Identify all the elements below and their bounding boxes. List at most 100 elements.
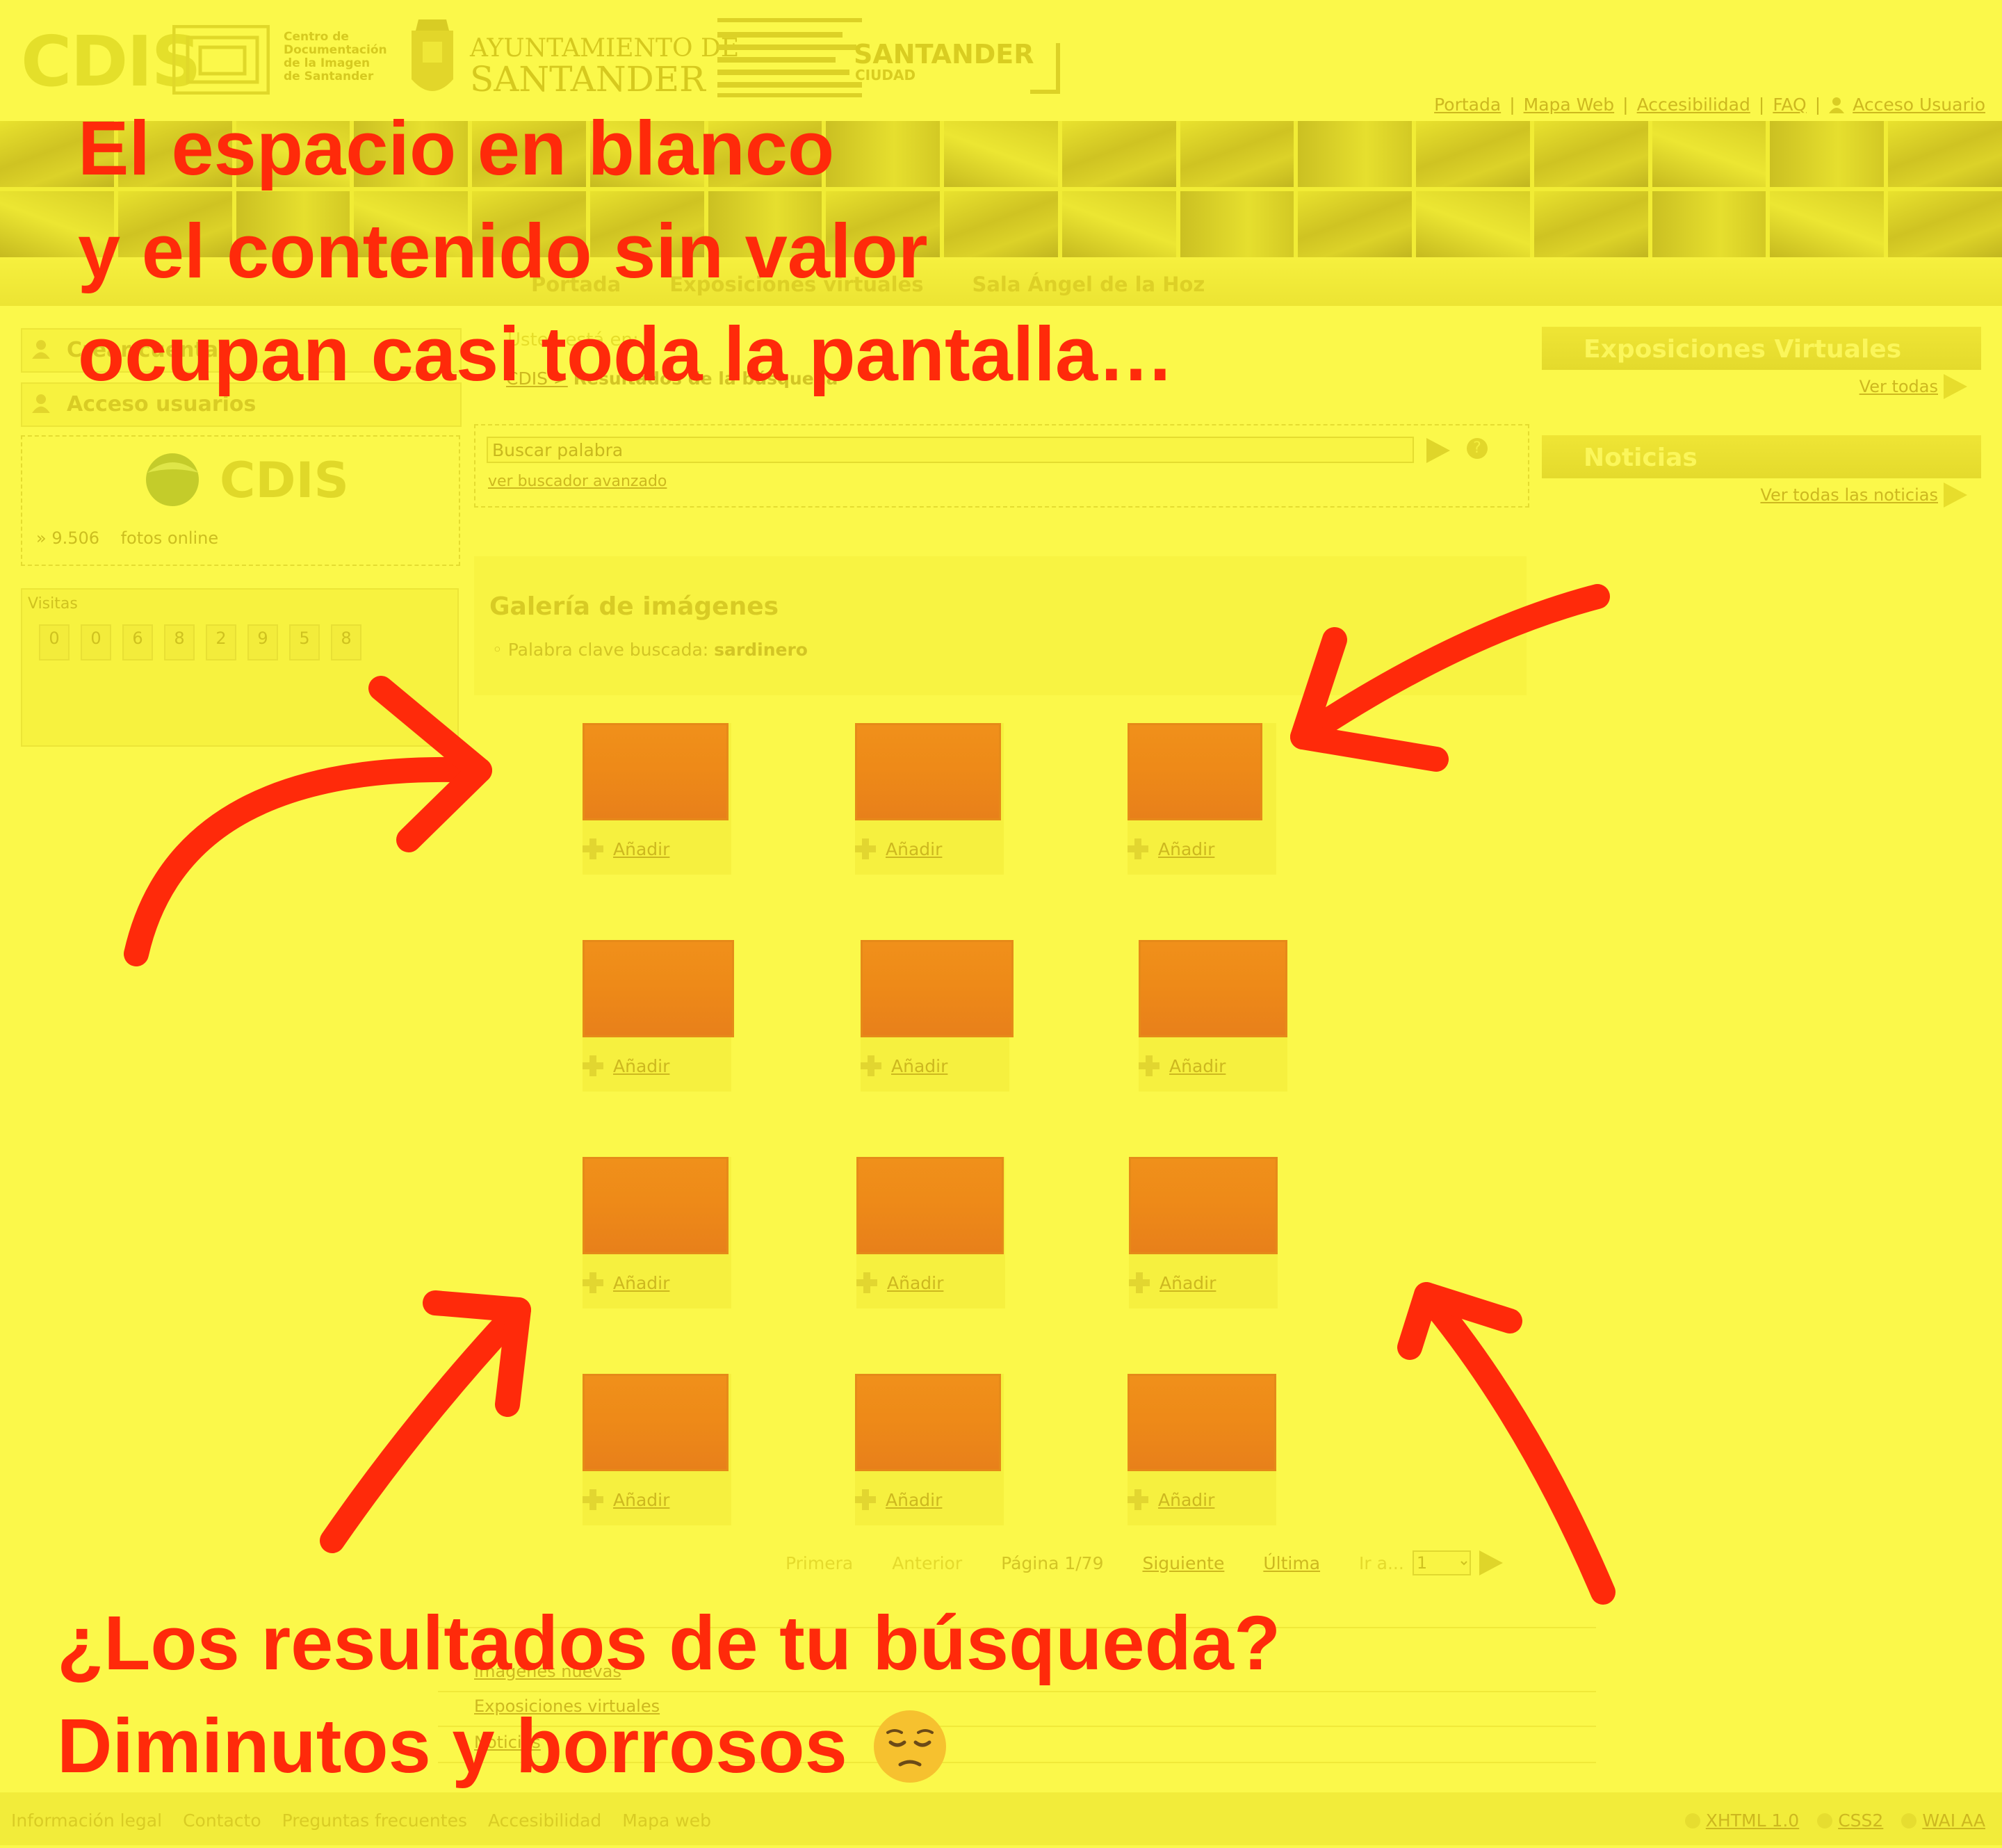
thumbnail-image[interactable] xyxy=(1129,1157,1278,1254)
add-link[interactable]: Añadir xyxy=(613,1490,669,1510)
thumbnail-image[interactable] xyxy=(583,1374,729,1471)
visit-digit: 8 xyxy=(331,624,361,660)
thumbnail-image[interactable] xyxy=(1128,1374,1276,1471)
banner-photo xyxy=(1533,121,1648,187)
top-link-portada[interactable]: Portada xyxy=(1434,95,1501,115)
add-plus-icon xyxy=(855,838,876,859)
badge-label[interactable]: XHTML 1.0 xyxy=(1706,1810,1799,1831)
thumbnail-image[interactable] xyxy=(1128,723,1262,820)
add-plus-icon xyxy=(583,838,603,859)
add-link[interactable]: Añadir xyxy=(1169,1056,1226,1076)
badge-wai[interactable]: WAI AA xyxy=(1901,1810,1985,1831)
thumbnail-image[interactable] xyxy=(861,940,1014,1037)
double-chevron-icon: » xyxy=(36,528,47,548)
search-input[interactable] xyxy=(487,437,1414,463)
banner-photo xyxy=(1888,191,2002,257)
gallery-item: Añadir xyxy=(1129,1157,1278,1308)
pager-first: Primera xyxy=(786,1553,854,1573)
add-plus-icon xyxy=(856,1272,877,1293)
add-link[interactable]: Añadir xyxy=(1158,839,1214,859)
cdis-subtitle-line: Documentación xyxy=(284,43,387,57)
santander-logo[interactable]: SANTANDER xyxy=(854,39,1034,70)
exhibitions-title: Exposiciones Virtuales xyxy=(1584,335,1902,364)
thumbnail-image[interactable] xyxy=(583,723,729,820)
thumbnail-image[interactable] xyxy=(856,1157,1004,1254)
top-link-faq[interactable]: FAQ xyxy=(1773,95,1806,115)
add-link[interactable]: Añadir xyxy=(1159,1273,1216,1293)
bullet-icon: ◦ xyxy=(492,640,503,660)
exhibitions-link[interactable]: Ver todas xyxy=(1859,377,1938,396)
annotation-line: y el contenido sin valor xyxy=(78,209,928,294)
footer-links: Información legal Contacto Preguntas fre… xyxy=(11,1810,711,1831)
banner-photo xyxy=(1770,121,1885,187)
banner-photo xyxy=(1180,191,1294,257)
help-icon[interactable]: ? xyxy=(1467,438,1488,459)
add-link[interactable]: Añadir xyxy=(613,839,669,859)
badge-css[interactable]: CSS2 xyxy=(1817,1810,1883,1831)
badge-label[interactable]: WAI AA xyxy=(1922,1810,1985,1831)
pensive-face-icon xyxy=(874,1710,947,1783)
gallery-item: Añadir xyxy=(855,723,1004,875)
banner-photo xyxy=(1652,191,1766,257)
top-link-acceso-usuario[interactable]: Acceso Usuario xyxy=(1853,95,1985,115)
add-plus-icon xyxy=(1129,1272,1150,1293)
thumbnail-image[interactable] xyxy=(855,1374,1001,1471)
arrow-icon xyxy=(124,757,492,966)
add-link[interactable]: Añadir xyxy=(613,1273,669,1293)
add-link[interactable]: Añadir xyxy=(887,1273,943,1293)
banner-photo xyxy=(1298,121,1413,187)
search-submit-icon[interactable] xyxy=(1426,438,1450,463)
page-select[interactable]: 1 xyxy=(1412,1550,1471,1575)
check-icon xyxy=(1817,1813,1833,1829)
exhibitions-see-all[interactable]: Ver todas xyxy=(1859,374,1967,399)
visit-digit: 5 xyxy=(289,624,320,660)
go-arrow-icon[interactable] xyxy=(1479,1550,1503,1575)
badge-xhtml[interactable]: XHTML 1.0 xyxy=(1684,1810,1799,1831)
add-plus-icon xyxy=(583,1055,603,1076)
pagination: Primera Anterior Página 1/79 Siguiente Ú… xyxy=(786,1550,1503,1575)
visit-counter: 0 0 6 8 2 9 5 8 xyxy=(39,624,361,660)
gallery-header xyxy=(474,556,1527,695)
gallery-item: Añadir xyxy=(861,940,1014,1092)
cdis-subtitle-line: Centro de xyxy=(284,30,349,44)
add-link[interactable]: Añadir xyxy=(891,1056,947,1076)
pager-next[interactable]: Siguiente xyxy=(1142,1553,1224,1573)
news-see-all[interactable]: Ver todas las noticias xyxy=(1760,483,1967,508)
user-icon xyxy=(32,340,50,359)
footer-link-faq[interactable]: Preguntas frecuentes xyxy=(282,1810,467,1831)
thumbnail-image[interactable] xyxy=(583,940,734,1037)
pager-last[interactable]: Última xyxy=(1263,1553,1320,1573)
gallery-item: Añadir xyxy=(583,1157,731,1308)
thumbnail-image[interactable] xyxy=(583,1157,729,1254)
gallery-title: Galería de imágenes xyxy=(489,592,779,621)
add-link[interactable]: Añadir xyxy=(886,839,942,859)
ayuntamiento-logo[interactable]: AYUNTAMIENTO DE SANTANDER xyxy=(470,33,739,97)
user-icon xyxy=(1829,97,1845,113)
thumbnail-image[interactable] xyxy=(1139,940,1287,1037)
add-link[interactable]: Añadir xyxy=(1158,1490,1214,1510)
add-link[interactable]: Añadir xyxy=(613,1056,669,1076)
footer-link-accessibility[interactable]: Accesibilidad xyxy=(488,1810,601,1831)
validation-badges: XHTML 1.0 CSS2 WAI AA xyxy=(1684,1810,1985,1831)
banner-photo xyxy=(1416,121,1530,187)
news-link[interactable]: Ver todas las noticias xyxy=(1760,485,1938,505)
banner-photo xyxy=(1180,121,1294,187)
add-plus-icon xyxy=(855,1489,876,1510)
footer-link-contact[interactable]: Contacto xyxy=(183,1810,261,1831)
banner-photo xyxy=(1533,191,1648,257)
pager-goto: Ir a... 1 xyxy=(1359,1550,1503,1575)
divider: | xyxy=(1758,95,1765,115)
santander-subtitle: CIUDAD xyxy=(855,67,916,83)
visit-digit: 0 xyxy=(81,624,111,660)
thumbnail-image[interactable] xyxy=(855,723,1001,820)
top-link-accesibilidad[interactable]: Accesibilidad xyxy=(1637,95,1750,115)
gallery-item: Añadir xyxy=(856,1157,1005,1308)
check-icon xyxy=(1901,1813,1917,1829)
add-link[interactable]: Añadir xyxy=(886,1490,942,1510)
top-link-mapa-web[interactable]: Mapa Web xyxy=(1524,95,1615,115)
check-icon xyxy=(1684,1813,1700,1829)
footer-link-legal[interactable]: Información legal xyxy=(11,1810,162,1831)
badge-label[interactable]: CSS2 xyxy=(1838,1810,1883,1831)
footer-link-sitemap[interactable]: Mapa web xyxy=(622,1810,711,1831)
advanced-search-link[interactable]: ver buscador avanzado xyxy=(488,473,667,490)
